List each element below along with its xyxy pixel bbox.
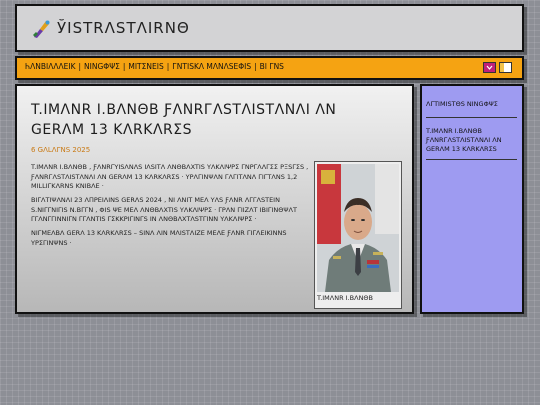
- photo-caption: T.IMΛNR I.BΛNΘB: [317, 294, 374, 302]
- nav-separator: |: [254, 62, 257, 71]
- nav-item-people[interactable]: MITΣNEIS: [128, 62, 163, 71]
- article-panel: T.IMΛNR I.BΛNΘB ƑΛNRГΛSTΛISTΛNΛI ΛN GERΛ…: [15, 84, 414, 314]
- nav-item-news[interactable]: NINGΦΨΣ: [84, 62, 120, 71]
- language-switcher: [483, 62, 512, 73]
- lang-flag-2-icon[interactable]: [499, 62, 512, 73]
- sidebar-panel: ΛΓΤΙΜΙSΤΘS NINGΦΨΣ T.IMΛNR I.BΛNΘB ƑΛNRГ…: [420, 84, 524, 314]
- sidebar-divider: [426, 117, 517, 118]
- nav-menu: ҺΛNBIΛΛΛEIK | NINGΦΨΣ | MITΣNEIS | ГNTISKΛ MΛN…: [25, 62, 284, 71]
- portrait-image: [317, 164, 399, 292]
- nav-bar: ҺΛNBIΛΛΛEIK | NINGΦΨΣ | MITΣNEIS | ГNTISKΛ MΛN…: [15, 56, 524, 80]
- site-header: ЎISTRΛSTΛIRNΘ: [15, 4, 524, 52]
- article-paragraph: ΝΙΓΜΕΛΒΛ GERΛ 13 KΛRKΛRΣS – SΙΝΛ ΛΙΝ ΜΛΙ…: [31, 229, 287, 247]
- article-title: T.IMΛNR I.BΛNΘB ƑΛNRГΛSTΛISTΛNΛI ΛN GERΛ…: [31, 102, 337, 138]
- nav-item-politics[interactable]: ГNTISKΛ MΛNΛSEΦIS: [172, 62, 251, 71]
- article-paragraph: T.IMΛNR I.BΛNΘB , ƑΛNRΓΥΙSΛNΛS IΛSITΛ ΛN…: [31, 163, 309, 190]
- article-photo: T.IMΛNR I.BΛNΘB: [314, 161, 402, 309]
- article-date: 6 ǤΛLΛΓNS 2025: [31, 146, 91, 154]
- nav-item-about[interactable]: BI ΓNS: [260, 62, 284, 71]
- nav-item-home[interactable]: ҺΛNBIΛΛΛEIK: [25, 62, 76, 71]
- nav-separator: |: [166, 62, 170, 71]
- lang-flag-1-icon[interactable]: [483, 62, 496, 73]
- nav-separator: |: [78, 62, 82, 71]
- paint-brush-logo-icon[interactable]: [31, 18, 53, 40]
- sidebar-divider: [426, 159, 517, 160]
- sidebar-title: ΛΓΤΙΜΙSΤΘS NINGΦΨΣ: [426, 100, 498, 108]
- sidebar-news-link[interactable]: T.IMΛNR I.BΛNΘB ƑΛNRГΛSTΛISTΛNΛI ΛN GERΛ…: [426, 127, 516, 154]
- site-title[interactable]: ЎISTRΛSTΛIRNΘ: [57, 19, 190, 37]
- article-paragraph: ВΙΓΛΤΙΨΛΝΛΙ 23 ΛΠΡΕΙΛΙΝS GERΛS 2024 , NI…: [31, 196, 297, 223]
